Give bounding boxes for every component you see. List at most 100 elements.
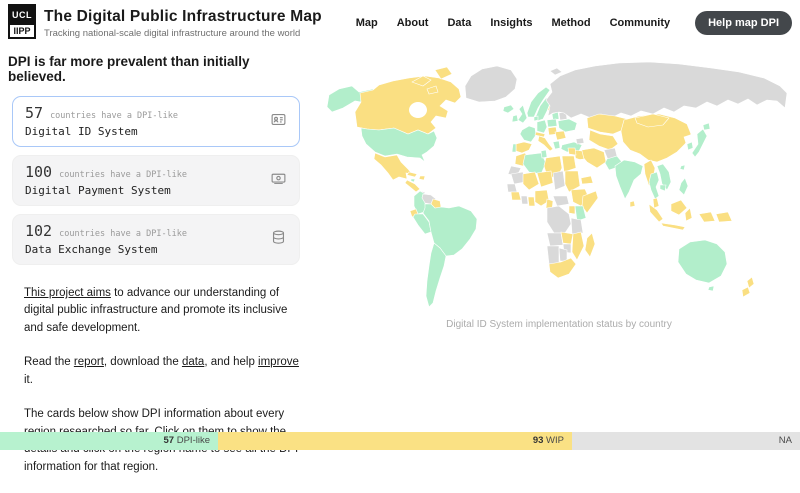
country-senegal[interactable] xyxy=(507,184,517,192)
nav-item-method[interactable]: Method xyxy=(551,17,590,29)
country-italy[interactable] xyxy=(538,136,553,151)
country-spain[interactable] xyxy=(516,142,532,153)
country-caucasus[interactable] xyxy=(576,138,584,144)
data-link[interactable]: data xyxy=(182,356,204,368)
hudson-bay xyxy=(409,102,427,118)
country-romania-balkans[interactable] xyxy=(555,131,566,140)
country-indonesia-sulawesi[interactable] xyxy=(685,208,692,221)
country-south-korea[interactable] xyxy=(687,142,693,150)
country-sri-lanka[interactable] xyxy=(630,201,635,207)
country-central-african-republic[interactable] xyxy=(553,196,569,206)
country-jamaica[interactable] xyxy=(411,179,415,182)
nav-item-insights[interactable]: Insights xyxy=(490,17,532,29)
country-germany[interactable] xyxy=(537,120,547,133)
country-uk[interactable] xyxy=(518,105,527,123)
country-malaysia[interactable] xyxy=(653,198,659,208)
country-canada[interactable] xyxy=(355,76,461,134)
country-angola[interactable] xyxy=(547,233,563,246)
legend-segment-wip[interactable]: 93 WIP xyxy=(218,432,572,450)
country-france[interactable] xyxy=(520,126,536,142)
legend-segment-dpi-like[interactable]: 57 DPI-like xyxy=(0,432,218,450)
country-namibia[interactable] xyxy=(547,246,559,264)
country-cambodia[interactable] xyxy=(660,185,666,191)
country-ghana[interactable] xyxy=(528,197,535,206)
country-india[interactable] xyxy=(615,160,643,199)
country-botswana[interactable] xyxy=(559,248,567,261)
nav-item-about[interactable]: About xyxy=(397,17,429,29)
main-nav: Map About Data Insights Method Community… xyxy=(356,11,792,35)
country-hispaniola[interactable] xyxy=(419,176,425,180)
country-drc[interactable] xyxy=(547,206,571,233)
country-madagascar[interactable] xyxy=(585,233,595,257)
country-new-zealand-south[interactable] xyxy=(742,287,750,297)
country-indonesia-papua[interactable] xyxy=(699,212,715,222)
id-card-icon xyxy=(270,111,287,133)
legend-segment-na[interactable]: NA xyxy=(572,432,800,450)
country-greenland[interactable] xyxy=(465,66,517,102)
nav-item-map[interactable]: Map xyxy=(356,17,378,29)
country-papua-new-guinea[interactable] xyxy=(716,212,732,222)
country-greece[interactable] xyxy=(553,141,560,149)
banknote-icon xyxy=(270,170,287,192)
card-data-exchange-system[interactable]: 102 countries have a DPI-like Data Excha… xyxy=(12,214,300,265)
country-svalbard[interactable] xyxy=(550,68,562,75)
country-syria-jordan[interactable] xyxy=(568,148,576,155)
card-digital-payment-system[interactable]: 100 countries have a DPI-like Digital Pa… xyxy=(12,155,300,206)
country-denmark[interactable] xyxy=(534,116,538,121)
country-ivory-coast[interactable] xyxy=(521,196,528,204)
card-caption: countries have a DPI-like xyxy=(50,111,178,121)
country-iceland[interactable] xyxy=(503,105,514,113)
country-malaysia-borneo[interactable] xyxy=(671,200,687,215)
country-niger[interactable] xyxy=(537,171,553,187)
country-cuba[interactable] xyxy=(407,172,417,177)
database-icon xyxy=(270,229,287,251)
country-new-zealand-north[interactable] xyxy=(747,277,754,288)
country-thailand[interactable] xyxy=(649,172,659,199)
country-philippines[interactable] xyxy=(679,178,688,195)
project-aims-link[interactable]: This project aims xyxy=(24,287,111,299)
world-map xyxy=(318,56,800,314)
country-usa[interactable] xyxy=(361,128,437,162)
improve-link[interactable]: improve xyxy=(258,356,299,368)
card-caption: countries have a DPI-like xyxy=(59,170,187,180)
world-map-panel: Digital ID System implementation status … xyxy=(318,56,800,330)
country-poland[interactable] xyxy=(547,119,557,127)
card-caption: countries have a DPI-like xyxy=(59,229,187,239)
card-digital-id-system[interactable]: 57 countries have a DPI-like Digital ID … xyxy=(12,96,300,147)
nav-item-data[interactable]: Data xyxy=(447,17,471,29)
country-mali[interactable] xyxy=(523,172,539,190)
ucl-logo-text: UCL xyxy=(8,4,36,23)
page-subtitle: Tracking national-scale digital infrastr… xyxy=(44,28,322,39)
country-ireland[interactable] xyxy=(512,115,518,122)
country-indonesia-java[interactable] xyxy=(661,223,685,230)
country-chad[interactable] xyxy=(553,171,565,190)
card-count: 102 xyxy=(25,222,52,240)
country-japan-hokkaido[interactable] xyxy=(703,123,710,130)
report-link[interactable]: report xyxy=(74,356,104,368)
country-sudan[interactable] xyxy=(565,171,580,192)
country-uganda[interactable] xyxy=(569,206,575,214)
country-mozambique[interactable] xyxy=(572,232,584,260)
country-tunisia[interactable] xyxy=(541,150,547,158)
help-map-dpi-button[interactable]: Help map DPI xyxy=(695,11,792,35)
country-zambia[interactable] xyxy=(561,232,573,244)
country-tasmania[interactable] xyxy=(708,286,714,291)
country-japan[interactable] xyxy=(692,129,707,157)
country-ukraine[interactable] xyxy=(558,119,577,132)
ucl-iipp-logo: UCL IIPP xyxy=(8,4,36,39)
country-tanzania[interactable] xyxy=(571,218,583,234)
nav-item-community[interactable]: Community xyxy=(610,17,671,29)
card-count: 57 xyxy=(25,104,43,122)
card-count: 100 xyxy=(25,163,52,181)
country-guinea[interactable] xyxy=(511,192,521,200)
country-canada-islands[interactable] xyxy=(435,67,452,79)
country-taiwan[interactable] xyxy=(680,165,685,170)
card-system-label: Digital ID System xyxy=(25,125,287,138)
country-argentina-chile[interactable] xyxy=(426,243,446,307)
country-russia[interactable] xyxy=(546,62,787,118)
country-brazil[interactable] xyxy=(423,204,477,256)
country-australia[interactable] xyxy=(678,240,727,283)
intro-paragraph-1: This project aims to advance our underst… xyxy=(24,285,300,337)
header: UCL IIPP The Digital Public Infrastructu… xyxy=(0,0,800,44)
country-portugal[interactable] xyxy=(512,144,516,152)
